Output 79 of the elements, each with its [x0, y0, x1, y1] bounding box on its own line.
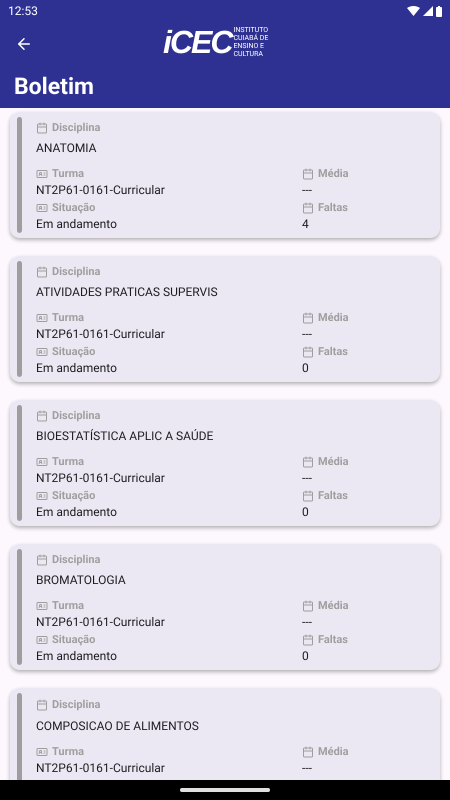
field-value: NT2P61-0161-Curricular — [36, 614, 166, 631]
subject-name: ATIVIDADES PRATICAS SUPERVIS — [36, 284, 219, 301]
field-label: Turma — [52, 456, 84, 467]
field-value: 0 — [302, 648, 310, 665]
field-value: Em andamento — [36, 216, 118, 233]
calendar-icon — [302, 168, 314, 180]
subject-name: COMPOSICAO DE ALIMENTOS — [36, 718, 200, 735]
status-time: 12:53 — [8, 3, 38, 20]
field-label: Disciplina — [52, 410, 100, 421]
field-value: 0 — [302, 360, 310, 377]
field-label: Média — [318, 456, 349, 467]
battery-icon — [436, 6, 442, 16]
wifi-icon — [407, 6, 420, 16]
grade-card[interactable]: Disciplina ATIVIDADES PRATICAS SUPERVIS Turma Média NT2P61-0161-Curricular --- Situação Faltas Em andamento 0 — [10, 256, 440, 382]
id-card-icon — [36, 634, 48, 646]
field-value: --- — [302, 182, 313, 199]
calendar-icon — [302, 634, 314, 646]
id-card-icon — [36, 600, 48, 612]
id-card-icon — [36, 746, 48, 758]
field-label: Turma — [52, 168, 84, 179]
grade-card[interactable]: Disciplina BROMATOLOGIA Turma Média NT2P61-0161-Curricular --- Situação Faltas Em andamento 0 — [10, 544, 440, 670]
field-label: Situação — [52, 634, 96, 645]
calendar-icon — [302, 202, 314, 214]
subject-name: BROMATOLOGIA — [36, 572, 127, 589]
field-label: Faltas — [318, 346, 348, 357]
calendar-icon — [302, 746, 314, 758]
field-value: --- — [302, 326, 313, 343]
calendar-icon — [36, 122, 48, 134]
field-label: Turma — [52, 746, 84, 757]
field-label: Faltas — [318, 634, 348, 645]
calendar-icon — [302, 600, 314, 612]
field-label: Turma — [52, 600, 84, 611]
field-value: Em andamento — [36, 648, 118, 665]
id-card-icon — [36, 312, 48, 324]
field-label: Situação — [52, 490, 96, 501]
calendar-icon — [36, 266, 48, 278]
field-label: Média — [318, 600, 349, 611]
page-title: Boletim — [14, 72, 94, 102]
field-label: Média — [318, 746, 349, 757]
id-card-icon — [36, 202, 48, 214]
id-card-icon — [36, 346, 48, 358]
field-label: Média — [318, 312, 349, 323]
field-label: Disciplina — [52, 554, 100, 565]
id-card-icon — [36, 168, 48, 180]
field-value: NT2P61-0161-Curricular — [36, 760, 166, 777]
calendar-icon — [302, 490, 314, 502]
calendar-icon — [302, 312, 314, 324]
calendar-icon — [36, 698, 48, 710]
field-label: Situação — [52, 346, 96, 357]
grade-card[interactable]: Disciplina BIOESTATÍSTICA APLIC A SAÚDE Turma Média NT2P61-0161-Curricular --- Situação Faltas Em andamento 0 — [10, 400, 440, 526]
field-label: Média — [318, 168, 349, 179]
subject-name: ANATOMIA — [36, 140, 98, 157]
calendar-icon — [302, 456, 314, 468]
grade-card[interactable]: Disciplina COMPOSICAO DE ALIMENTOS Turma Média NT2P61-0161-Curricular --- — [10, 688, 440, 780]
field-label: Disciplina — [52, 122, 100, 133]
field-value: 4 — [302, 216, 310, 233]
calendar-icon — [302, 346, 314, 358]
field-value: Em andamento — [36, 504, 118, 521]
signal-icon — [423, 6, 433, 16]
field-label: Faltas — [318, 490, 348, 501]
field-value: NT2P61-0161-Curricular — [36, 470, 166, 487]
id-card-icon — [36, 490, 48, 502]
field-label: Disciplina — [52, 699, 100, 710]
field-value: --- — [302, 760, 313, 777]
grade-card[interactable]: Disciplina ANATOMIA Turma Média NT2P61-0161-Curricular --- Situação Faltas Em andamento 4 — [10, 112, 440, 238]
calendar-icon — [36, 554, 48, 566]
field-label: Situação — [52, 202, 96, 213]
field-value: 0 — [302, 504, 310, 521]
subject-name: BIOESTATÍSTICA APLIC A SAÚDE — [36, 428, 214, 445]
field-value: NT2P61-0161-Curricular — [36, 326, 166, 343]
field-label: Turma — [52, 312, 84, 323]
field-value: --- — [302, 614, 313, 631]
field-value: NT2P61-0161-Curricular — [36, 182, 166, 199]
id-card-icon — [36, 456, 48, 468]
field-label: Disciplina — [52, 266, 100, 277]
field-value: Em andamento — [36, 360, 118, 377]
field-value: --- — [302, 470, 313, 487]
field-label: Faltas — [318, 202, 348, 213]
calendar-icon — [36, 410, 48, 422]
